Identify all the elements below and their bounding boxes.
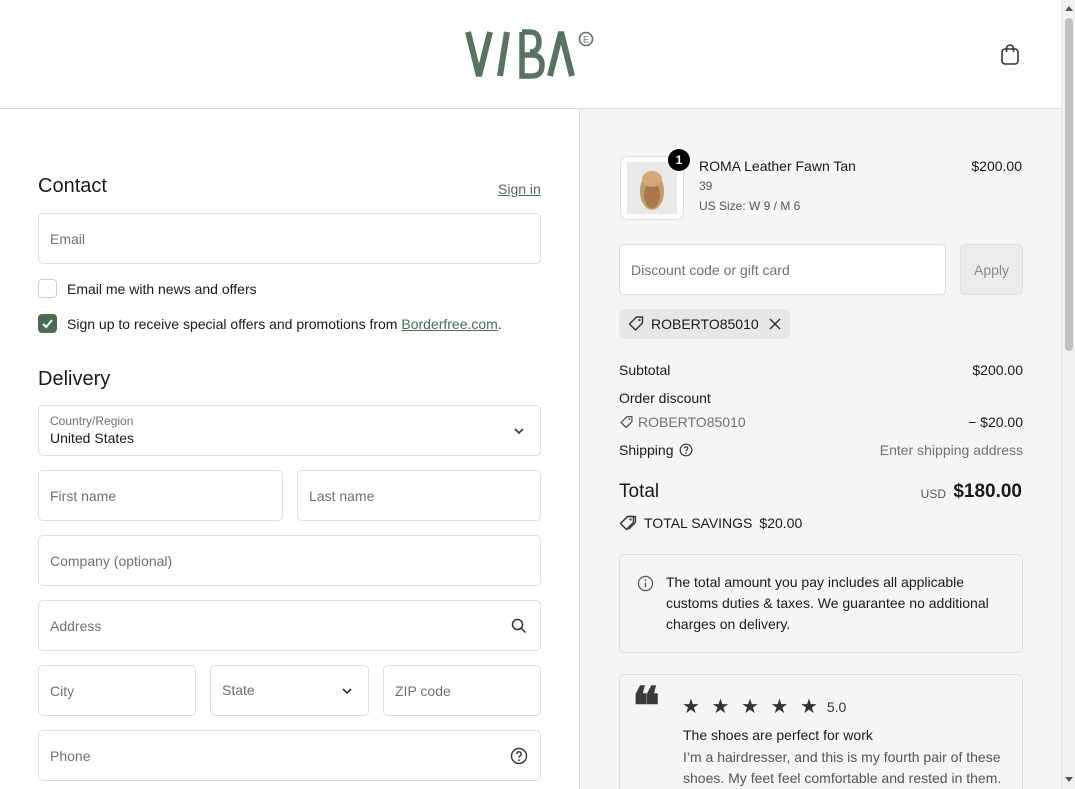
rating-value: 5.0 xyxy=(826,698,847,715)
discount-placeholder: Discount code or gift card xyxy=(631,262,790,278)
phone-placeholder: Phone xyxy=(50,748,91,764)
order-summary: 1 ROMA Leather Fawn Tan 39 US Size: W 9 … xyxy=(579,109,1061,789)
review-card: ❝ ★ ★ ★ ★ ★ 5.0 The shoes are perfect fo… xyxy=(619,674,1023,789)
help-circle-icon[interactable] xyxy=(510,747,528,765)
search-icon[interactable] xyxy=(510,617,528,635)
discount-code-label: ROBERTO85010 xyxy=(619,414,1023,430)
newsletter-label: Email me with news and offers xyxy=(67,280,257,297)
product-name: ROMA Leather Fawn Tan xyxy=(699,158,856,174)
offers-option[interactable]: Sign up to receive special offers and pr… xyxy=(38,314,502,333)
quote-icon: ❝ xyxy=(632,676,660,737)
duties-info-text: The total amount you pay includes all ap… xyxy=(666,574,989,632)
duties-info-box: The total amount you pay includes all ap… xyxy=(619,554,1023,653)
state-placeholder: State xyxy=(222,682,255,698)
shipping-value: Enter shipping address xyxy=(879,442,1023,458)
subtotal-label: Subtotal xyxy=(619,362,671,378)
total-value: $180.00 xyxy=(953,481,1022,502)
discount-value: − $20.00 xyxy=(968,414,1023,430)
order-discount-label: Order discount xyxy=(619,390,711,406)
savings-tag-icon xyxy=(619,515,637,531)
newsletter-option[interactable]: Email me with news and offers xyxy=(38,279,257,298)
product-variant: 39 xyxy=(699,179,713,193)
discount-code-field[interactable]: Discount code or gift card xyxy=(619,244,946,295)
total-currency: USD xyxy=(920,487,946,501)
address-placeholder: Address xyxy=(50,618,102,634)
review-title: The shoes are perfect for work xyxy=(683,727,873,743)
city-field[interactable]: City xyxy=(38,665,196,716)
contact-heading: Contact xyxy=(38,175,107,197)
borderfree-link[interactable]: Borderfree.com xyxy=(401,316,497,332)
subtotal-row: Subtotal $200.00 xyxy=(619,362,1023,378)
zip-field[interactable]: ZIP code xyxy=(383,665,541,716)
product-thumbnail: 1 xyxy=(620,149,690,220)
delivery-heading: Delivery xyxy=(38,368,111,390)
viba-logo[interactable]: E xyxy=(462,28,598,80)
apply-button[interactable]: Apply xyxy=(960,244,1023,295)
offers-checkbox[interactable] xyxy=(38,314,57,333)
zip-placeholder: ZIP code xyxy=(395,683,451,699)
total-label: Total xyxy=(619,481,660,502)
shopping-bag-icon[interactable] xyxy=(998,42,1022,66)
city-placeholder: City xyxy=(50,683,75,699)
country-label: Country/Region xyxy=(50,414,134,428)
info-icon xyxy=(637,575,654,592)
sign-in-link[interactable]: Sign in xyxy=(498,181,541,197)
email-placeholder: Email xyxy=(50,231,86,247)
scroll-up-arrow-icon[interactable] xyxy=(1065,6,1073,11)
tag-icon xyxy=(628,316,644,331)
star-icons: ★ ★ ★ ★ ★ xyxy=(682,696,821,718)
tag-icon xyxy=(620,415,633,428)
order-discount-row: Order discount xyxy=(619,390,1023,406)
remove-discount-icon[interactable] xyxy=(769,318,781,330)
product-size: US Size: W 9 / M 6 xyxy=(699,199,801,213)
review-body: I’m a hairdresser, and this is my fourth… xyxy=(683,749,1002,786)
first-name-field[interactable]: First name xyxy=(38,470,283,521)
scroll-down-arrow-icon[interactable] xyxy=(1065,777,1073,782)
chevron-down-icon xyxy=(342,688,352,695)
scroll-thumb[interactable] xyxy=(1065,18,1073,351)
svg-text:E: E xyxy=(583,35,589,45)
offers-label: Sign up to receive special offers and pr… xyxy=(67,315,502,332)
company-field[interactable]: Company (optional) xyxy=(38,535,541,586)
shipping-label: Shipping xyxy=(619,442,674,458)
discount-detail-row: ROBERTO85010 − $20.00 xyxy=(619,414,1023,430)
address-field[interactable]: Address xyxy=(38,600,541,651)
savings-label: TOTAL SAVINGS xyxy=(644,515,753,531)
last-name-field[interactable]: Last name xyxy=(297,470,541,521)
shipping-row: Shipping Enter shipping address xyxy=(619,442,1023,458)
applied-code: ROBERTO85010 xyxy=(651,316,759,332)
phone-field[interactable]: Phone xyxy=(38,730,541,781)
subtotal-value: $200.00 xyxy=(972,362,1023,378)
checkout-form: Contact Sign in Email Email me with news… xyxy=(0,109,579,789)
state-select[interactable]: State xyxy=(210,665,369,716)
help-circle-icon[interactable] xyxy=(679,443,693,457)
product-price: $200.00 xyxy=(971,158,1022,174)
applied-discount-chip: ROBERTO85010 xyxy=(619,309,790,339)
last-name-placeholder: Last name xyxy=(309,488,375,504)
newsletter-checkbox[interactable] xyxy=(38,279,57,298)
star-rating: ★ ★ ★ ★ ★ 5.0 xyxy=(682,694,846,719)
country-select[interactable]: Country/Region United States xyxy=(38,405,541,456)
page-scrollbar[interactable] xyxy=(1061,0,1075,789)
chevron-down-icon xyxy=(514,428,524,435)
first-name-placeholder: First name xyxy=(50,488,117,504)
country-value: United States xyxy=(50,430,135,446)
company-placeholder: Company (optional) xyxy=(50,553,173,569)
checkmark-icon xyxy=(42,319,53,329)
quantity-badge: 1 xyxy=(668,149,690,171)
email-field[interactable]: Email xyxy=(38,213,541,264)
total-savings-row: TOTAL SAVINGS $20.00 xyxy=(619,514,1023,532)
savings-value: $20.00 xyxy=(759,515,803,531)
site-header: E xyxy=(0,0,1061,109)
